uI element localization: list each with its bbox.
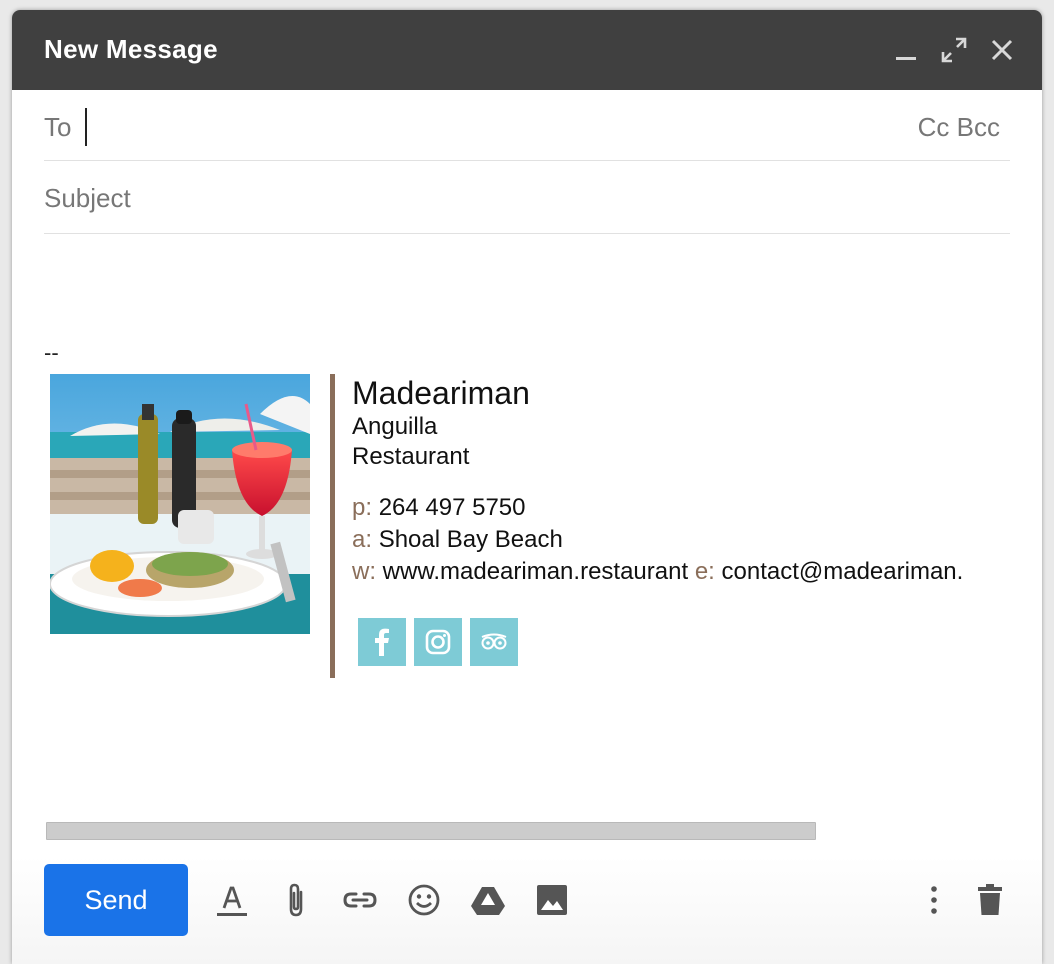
minimize-icon[interactable] bbox=[892, 36, 920, 64]
signature-name: Madeariman bbox=[352, 375, 530, 411]
web-email-line: w: www.madeariman.restaurant e: contact@… bbox=[352, 556, 1012, 588]
drive-icon[interactable] bbox=[468, 880, 508, 920]
send-button[interactable]: Send bbox=[44, 864, 188, 936]
email-label: e: bbox=[694, 558, 715, 585]
instagram-icon[interactable] bbox=[414, 618, 462, 666]
phone-label: p: bbox=[352, 494, 373, 521]
signature-separator: -- bbox=[44, 340, 59, 365]
to-input[interactable] bbox=[90, 104, 854, 150]
restaurant-photo bbox=[50, 374, 310, 634]
address-line: a: Shoal Bay Beach bbox=[352, 524, 1012, 556]
text-format-icon[interactable] bbox=[212, 880, 252, 920]
close-icon[interactable] bbox=[988, 36, 1016, 64]
cc-link[interactable]: Cc bbox=[918, 112, 950, 142]
signature-line-2: Restaurant bbox=[352, 443, 470, 470]
title-bar: New Message bbox=[12, 10, 1042, 90]
phone-line: p: 264 497 5750 bbox=[352, 492, 1012, 524]
more-options-icon[interactable] bbox=[914, 880, 954, 920]
subject-row[interactable]: Subject bbox=[44, 161, 1010, 234]
image-icon[interactable] bbox=[532, 880, 572, 920]
signature-contact: p: 264 497 5750 a: Shoal Bay Beach w: ww… bbox=[352, 492, 1012, 588]
web-label: w: bbox=[352, 558, 376, 585]
facebook-icon[interactable] bbox=[358, 618, 406, 666]
signature-accent-bar bbox=[330, 374, 335, 678]
to-row: To Cc Bcc bbox=[44, 90, 1010, 161]
phone-value[interactable]: 264 497 5750 bbox=[379, 494, 526, 521]
trash-icon[interactable] bbox=[970, 880, 1010, 920]
signature-line-1: Anguilla bbox=[352, 413, 438, 440]
tripadvisor-icon[interactable] bbox=[470, 618, 518, 666]
expand-icon[interactable] bbox=[940, 36, 968, 64]
message-body[interactable]: -- Madeariman Anguilla Restaurant p: 264… bbox=[44, 234, 1010, 814]
subject-field[interactable]: Subject bbox=[44, 183, 131, 214]
signature-text: Madeariman Anguilla Restaurant p: 264 49… bbox=[352, 374, 1012, 588]
cc-bcc: Cc Bcc bbox=[918, 112, 1000, 143]
compose-toolbar: Send bbox=[12, 856, 1042, 964]
email-link[interactable]: contact@madeariman. bbox=[722, 558, 964, 585]
to-label: To bbox=[44, 112, 72, 142]
emoji-icon[interactable] bbox=[404, 880, 444, 920]
link-icon[interactable] bbox=[340, 880, 380, 920]
text-caret bbox=[85, 108, 87, 146]
address-label: a: bbox=[352, 526, 373, 553]
window-title: New Message bbox=[44, 34, 218, 64]
bcc-link[interactable]: Bcc bbox=[957, 112, 1000, 142]
web-link[interactable]: www.madeariman.restaurant bbox=[383, 558, 688, 585]
attach-icon[interactable] bbox=[276, 880, 316, 920]
address-value: Shoal Bay Beach bbox=[378, 526, 563, 553]
horizontal-scrollbar[interactable] bbox=[46, 822, 816, 840]
compose-window: New Message To Cc Bcc Subject -- Madeari… bbox=[12, 10, 1042, 964]
